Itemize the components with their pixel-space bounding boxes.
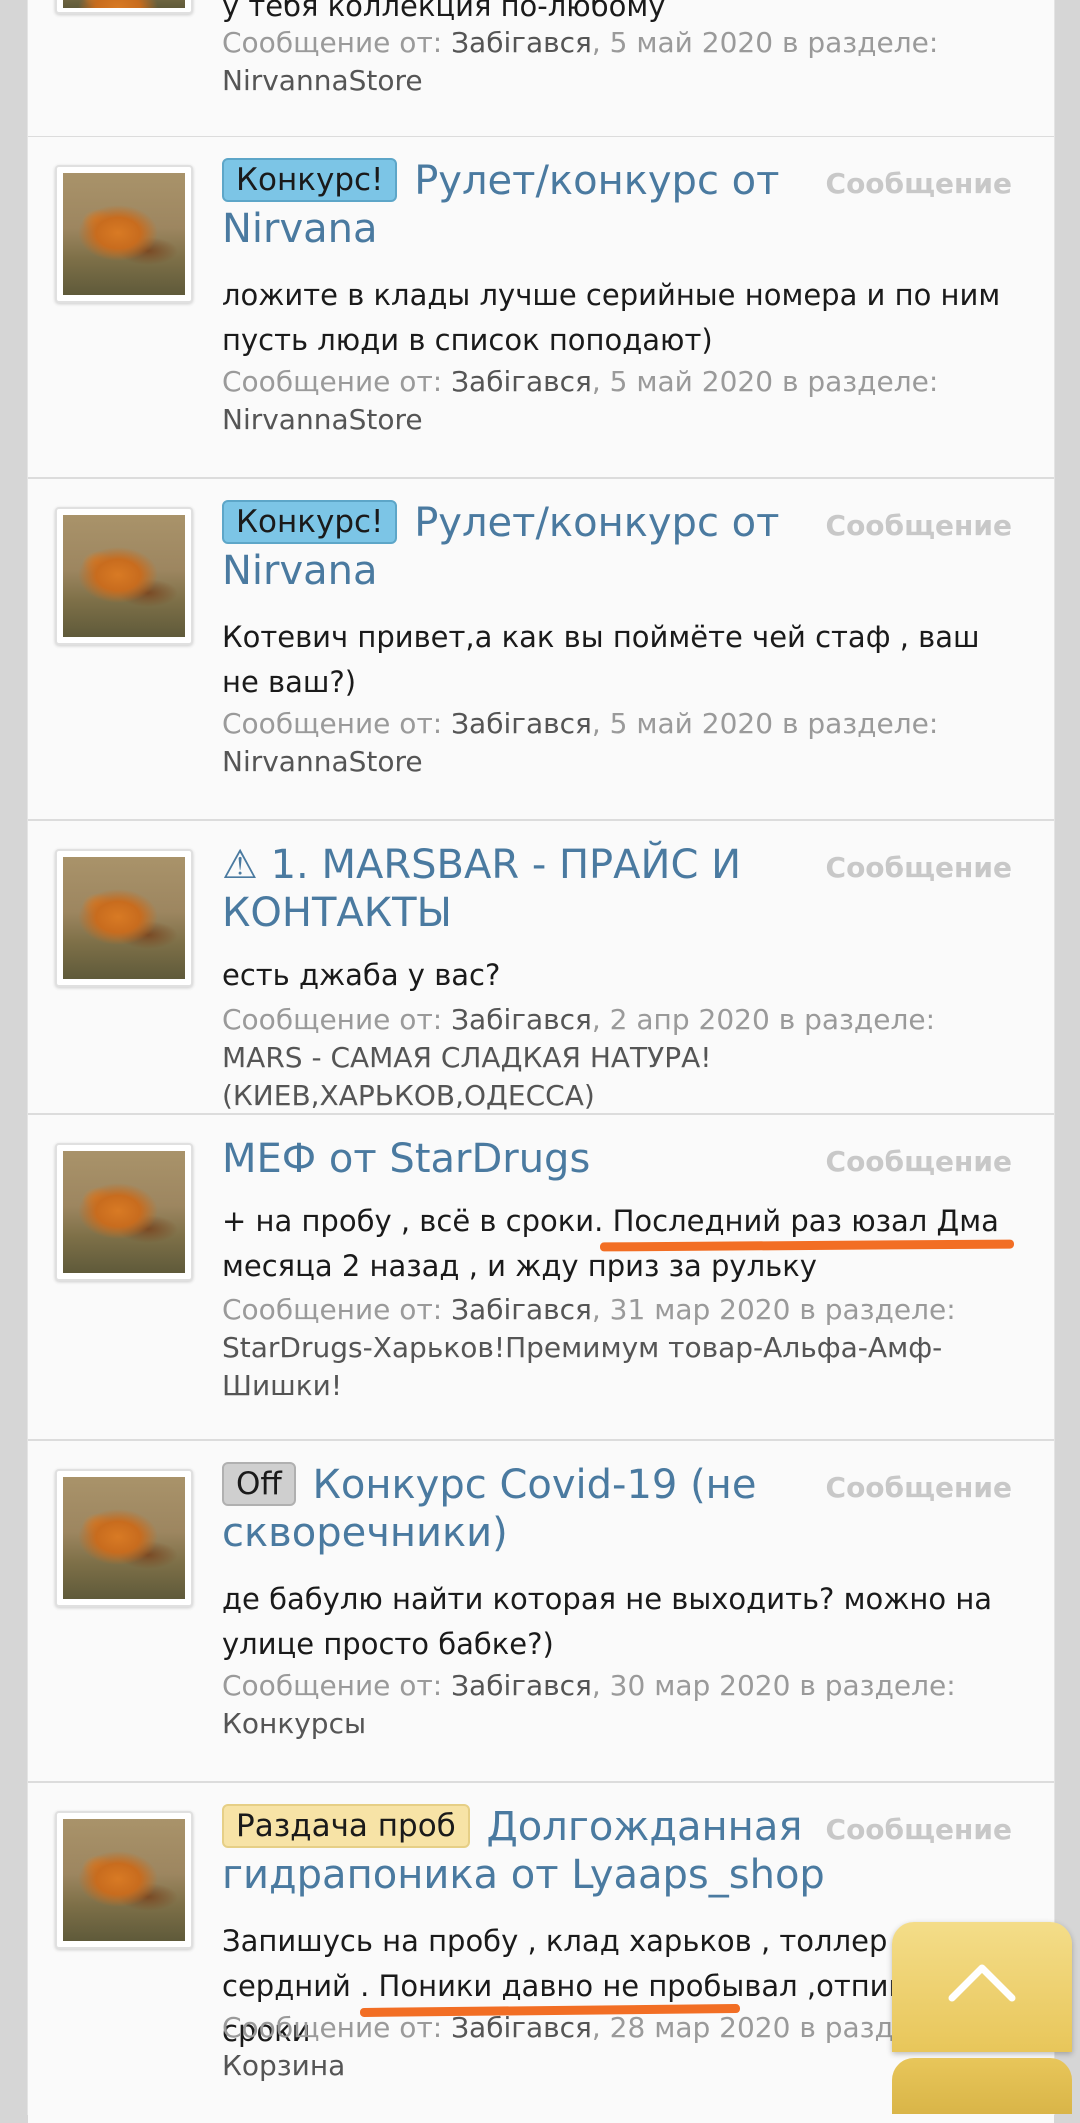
result-title[interactable]: Конкурс! Рулет/конкурс от Nirvana (222, 157, 822, 253)
avatar-photo (63, 1819, 185, 1941)
prefix-badge: Раздача проб (222, 1804, 470, 1848)
avatar-photo (63, 173, 185, 295)
content-type-label: Сообщение (825, 167, 1012, 200)
avatar-photo (63, 1151, 185, 1273)
content-type-label: Сообщение (825, 851, 1012, 884)
search-results-list: у тебя коллекция по-любому Сообщение от:… (28, 0, 1054, 2123)
result-title[interactable]: Раздача проб Долгожданная гидрапоника от… (222, 1803, 842, 1899)
author-link[interactable]: Забігався (451, 365, 592, 398)
scroll-to-bottom-button[interactable] (892, 2058, 1072, 2114)
result-meta: Сообщение от: Забігався, 2 апр 2020 в ра… (222, 1003, 936, 1112)
result-snippet: есть джаба у вас? (222, 958, 501, 992)
result-item: Off Конкурс Covid-19 (не скворечники) Со… (28, 1441, 1054, 1783)
result-item: МЕФ от StarDrugs Сообщение + на пробу , … (28, 1115, 1054, 1441)
avatar[interactable] (55, 0, 193, 14)
result-snippet: Котевич привет,а как вы поймёте чей стаф… (222, 620, 980, 699)
forum-link[interactable]: Корзина (222, 2049, 345, 2082)
avatar-photo (63, 1477, 185, 1599)
result-meta: Сообщение от: Забігався, 5 май 2020 в ра… (222, 707, 939, 778)
chevron-up-icon (948, 1964, 1016, 2002)
forum-link[interactable]: NirvannaStore (222, 403, 423, 436)
avatar-photo (63, 857, 185, 979)
content-type-label: Сообщение (825, 1813, 1012, 1846)
content-type-label: Сообщение (825, 1471, 1012, 1504)
result-meta: Сообщение от: Забігався, 31 мар 2020 в р… (222, 1293, 956, 1402)
author-link[interactable]: Забігався (451, 1293, 592, 1326)
author-link[interactable]: Забігався (451, 1003, 592, 1036)
result-title[interactable]: Off Конкурс Covid-19 (не скворечники) (222, 1461, 822, 1557)
result-meta: Сообщение от: Забігався, 5 май 2020 в ра… (222, 365, 939, 436)
result-meta: Сообщение от: Забігався, 5 май 2020 в ра… (222, 26, 939, 97)
avatar-photo (63, 515, 185, 637)
result-item: Конкурс! Рулет/конкурс от Nirvana Сообще… (28, 479, 1054, 821)
result-item-partial: у тебя коллекция по-любому Сообщение от:… (28, 0, 1054, 138)
result-item: Конкурс! Рулет/конкурс от Nirvana Сообще… (28, 137, 1054, 479)
prefix-badge: Конкурс! (222, 158, 398, 202)
author-link[interactable]: Забігався (451, 707, 592, 740)
result-meta: Сообщение от: Забігався, 30 мар 2020 в р… (222, 1669, 956, 1740)
avatar-photo (63, 0, 185, 8)
forum-link[interactable]: Конкурсы (222, 1707, 366, 1740)
result-title[interactable]: ⚠ 1. MARSBAR - ПРАЙС И КОНТАКТЫ (222, 841, 822, 937)
avatar[interactable] (55, 507, 193, 645)
avatar[interactable] (55, 849, 193, 987)
result-title[interactable]: Конкурс! Рулет/конкурс от Nirvana (222, 499, 822, 595)
forum-link[interactable]: NirvannaStore (222, 745, 423, 778)
prefix-badge: Конкурс! (222, 500, 398, 544)
result-item: ⚠ 1. MARSBAR - ПРАЙС И КОНТАКТЫ Сообщени… (28, 821, 1054, 1115)
avatar[interactable] (55, 1811, 193, 1949)
forum-link[interactable]: MARS - САМАЯ СЛАДКАЯ НАТУРА! (КИЕВ,ХАРЬК… (222, 1041, 711, 1112)
avatar[interactable] (55, 165, 193, 303)
author-link[interactable]: Забігався (451, 1669, 592, 1702)
scroll-to-top-button[interactable] (892, 1922, 1072, 2052)
author-link[interactable]: Забігався (451, 2011, 592, 2044)
forum-link[interactable]: NirvannaStore (222, 64, 423, 97)
avatar[interactable] (55, 1143, 193, 1281)
forum-link[interactable]: StarDrugs-Харьков!Премимум товар-Альфа-А… (222, 1331, 942, 1402)
result-snippet: де бабулю найти которая не выходить? мож… (222, 1582, 993, 1661)
avatar[interactable] (55, 1469, 193, 1607)
content-type-label: Сообщение (825, 1145, 1012, 1178)
content-type-label: Сообщение (825, 509, 1012, 542)
author-link[interactable]: Забігався (451, 26, 592, 59)
result-snippet: ложите в клады лучше серийные номера и п… (222, 278, 1001, 357)
result-title[interactable]: МЕФ от StarDrugs (222, 1135, 822, 1183)
prefix-badge: Off (222, 1462, 296, 1506)
